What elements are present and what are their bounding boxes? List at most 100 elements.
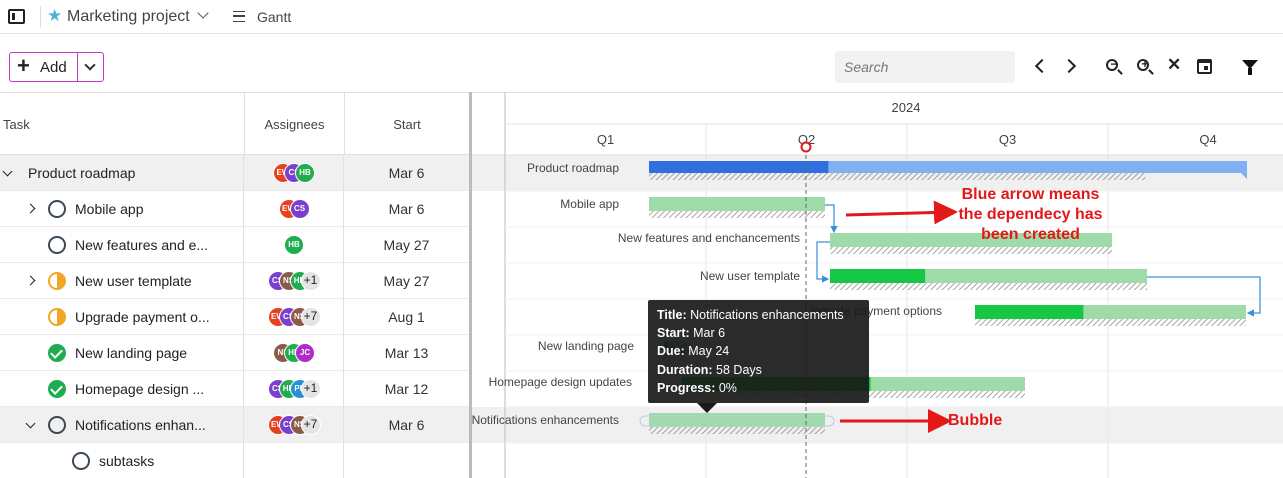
column-header-start[interactable]: Start	[344, 92, 469, 155]
avatar: CS	[289, 199, 310, 219]
project-title[interactable]: Marketing project	[67, 7, 190, 27]
table-row[interactable]: Upgrade payment o... EW CS NS +7 Aug 1	[0, 299, 469, 335]
divider	[243, 335, 244, 371]
dependency-arrow	[825, 204, 838, 234]
bar-label: Notifications enhancements	[472, 413, 619, 427]
gantt-chart: 2024Q1 Q2 Q3 Q4Product roadmapMobile appNew…	[472, 92, 1283, 478]
task-name[interactable]: Homepage design ...	[75, 381, 204, 397]
table-row[interactable]: Homepage design ... CS HB PL +1 Mar 12	[0, 371, 469, 407]
task-name[interactable]: subtasks	[99, 453, 154, 469]
divider	[343, 407, 344, 443]
chevron-down-icon[interactable]	[197, 7, 209, 19]
task-name[interactable]: New user template	[75, 273, 192, 289]
status-in-progress-icon[interactable]	[48, 272, 66, 290]
status-open-icon[interactable]	[48, 200, 66, 218]
task-name[interactable]: Product roadmap	[28, 165, 135, 181]
tooltip-duration-line: Duration: 58 Days	[657, 362, 762, 377]
assignee-avatars[interactable]: HB	[284, 235, 304, 255]
annotation-line: the dependecy has	[958, 206, 1103, 223]
assignee-avatars[interactable]: CS HB PL +1	[267, 379, 321, 399]
bar-label: New features and enchancements	[618, 231, 800, 245]
view-label[interactable]: Gantt	[257, 9, 291, 25]
add-button[interactable]: + Add	[9, 52, 104, 82]
divider	[243, 443, 244, 478]
status-open-icon[interactable]	[48, 416, 66, 434]
chevron-down-icon[interactable]	[2, 166, 13, 177]
chevron-right-icon[interactable]	[25, 203, 36, 214]
search-input[interactable]	[835, 51, 1015, 83]
more-vertical-icon[interactable]: ⋮	[1276, 57, 1283, 75]
star-icon[interactable]: ★	[47, 6, 62, 26]
list-icon	[233, 11, 245, 22]
status-open-icon[interactable]	[48, 236, 66, 254]
assignee-avatars[interactable]: EW CS NS +7	[267, 415, 321, 435]
filter-icon[interactable]	[1242, 60, 1258, 75]
tooltip-pointer	[697, 403, 717, 413]
table-row[interactable]: New features and e... HB May 27	[0, 227, 469, 263]
divider	[243, 227, 244, 263]
avatar-overflow-count: +7	[300, 415, 321, 435]
table-row[interactable]: Mobile app EW CS Mar 6	[0, 191, 469, 227]
table-row[interactable]: Notifications enhan... EW CS NS +7 Mar 6	[0, 407, 469, 443]
chevron-right-icon[interactable]	[1061, 58, 1077, 74]
status-open-icon[interactable]	[72, 452, 90, 470]
start-date: Mar 12	[384, 381, 429, 397]
assignee-avatars[interactable]: EW CS HB	[273, 163, 315, 183]
divider	[343, 191, 344, 227]
column-header-task[interactable]: Task	[0, 92, 244, 155]
plus-glyph: +	[1141, 57, 1149, 71]
assignee-avatars[interactable]: NS HB JC	[273, 343, 315, 363]
start-date: May 27	[383, 273, 430, 289]
status-complete-icon[interactable]	[48, 344, 66, 362]
start-date: Mar 6	[388, 201, 425, 217]
task-name[interactable]: Upgrade payment o...	[75, 309, 210, 325]
start-date: Mar 6	[388, 165, 425, 181]
avatar: HB	[284, 235, 304, 255]
task-grid: Task Assignees Start Product roadmap EW CS…	[0, 92, 472, 478]
task-name[interactable]: New landing page	[75, 345, 187, 361]
chevron-left-icon[interactable]	[1034, 58, 1050, 74]
baseline-bar	[649, 173, 1146, 180]
gantt-timeline: 2024 Q1 Q2 Q3 Q4 Product roadmap Mobile app New…	[472, 92, 1283, 478]
chevron-down-icon[interactable]	[84, 59, 96, 71]
assignee-avatars[interactable]: CS NS HB +1	[267, 271, 321, 291]
divider	[343, 155, 344, 191]
baseline-bar	[830, 283, 1147, 290]
today-marker	[800, 141, 812, 153]
divider	[243, 155, 244, 191]
task-name[interactable]: New features and e...	[75, 237, 208, 253]
baseline-bar	[975, 319, 1246, 326]
column-header-assignees[interactable]: Assignees	[244, 92, 344, 155]
table-row[interactable]: New landing page NS HB JC Mar 13	[0, 335, 469, 371]
chevron-right-icon[interactable]	[25, 275, 36, 286]
tooltip-due-line: Due: May 24	[657, 344, 730, 359]
status-in-progress-icon[interactable]	[48, 308, 66, 326]
table-row[interactable]: Product roadmap EW CS HB Mar 6	[0, 155, 469, 191]
chevron-down-icon[interactable]	[25, 418, 36, 429]
bar-label: New landing page	[538, 339, 634, 353]
assignee-avatars[interactable]: EW CS NS +7	[267, 307, 321, 327]
avatar: JC	[295, 343, 315, 363]
divider	[243, 299, 244, 335]
task-bar-progress	[830, 269, 926, 283]
status-complete-icon[interactable]	[48, 380, 66, 398]
fit-to-screen-icon[interactable]	[1166, 55, 1182, 75]
table-row[interactable]: New user template CS NS HB +1 May 27	[0, 263, 469, 299]
tooltip-title-line: Title: Notifications enhancements	[657, 308, 844, 322]
task-name[interactable]: Notifications enhan...	[75, 417, 206, 433]
start-date: Aug 1	[388, 309, 425, 325]
tooltip-progress-line: Progress: 0%	[657, 380, 737, 395]
baseline-bar	[649, 427, 825, 434]
table-row[interactable]: subtasks	[0, 443, 469, 478]
bar-label: Product roadmap	[527, 161, 619, 175]
divider	[40, 6, 41, 28]
assignee-avatars[interactable]: EW CS	[278, 199, 310, 219]
task-tooltip: Title: Notifications enhancements Start:…	[648, 300, 869, 403]
plus-icon: +	[17, 53, 30, 78]
calendar-icon[interactable]	[1197, 59, 1212, 74]
dependency-annotation: Blue arrow means the dependecy has been …	[948, 185, 1113, 245]
sidebar-toggle-icon[interactable]	[8, 9, 25, 24]
task-name[interactable]: Mobile app	[75, 201, 144, 217]
year-label: 2024	[892, 100, 921, 115]
bar-label: Homepage design updates	[489, 375, 632, 389]
